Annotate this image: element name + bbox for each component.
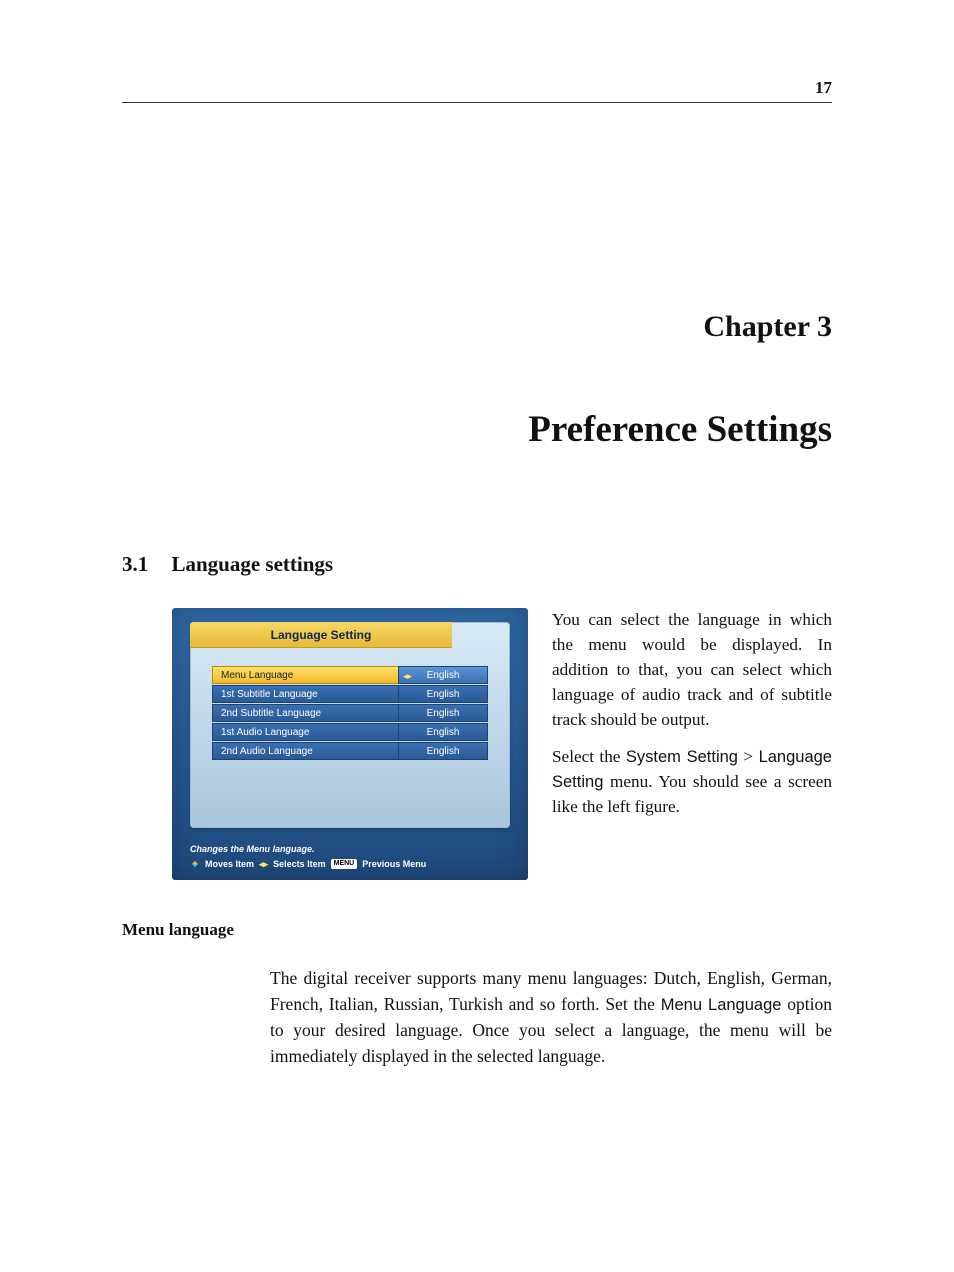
row-value-text: English — [427, 670, 460, 681]
list-item[interactable]: 1st Subtitle Language English — [212, 685, 488, 703]
chapter-label: Chapter 3 — [703, 310, 832, 344]
list-item[interactable]: 1st Audio Language English — [212, 723, 488, 741]
figure: Language Setting Menu Language ◂▸ Englis… — [172, 608, 528, 880]
row-label: 2nd Audio Language — [212, 742, 398, 760]
row-value-text: English — [427, 689, 460, 700]
menu-badge: MENU — [331, 859, 358, 869]
tv-panel: Language Setting Menu Language ◂▸ Englis… — [190, 622, 510, 828]
hint-controls: Moves Item ◂▸ Selects Item MENU Previous… — [190, 858, 510, 870]
row-value[interactable]: English — [398, 685, 488, 703]
tv-screenshot: Language Setting Menu Language ◂▸ Englis… — [172, 608, 528, 880]
chapter-title: Preference Settings — [528, 408, 832, 451]
list-item[interactable]: 2nd Subtitle Language English — [212, 704, 488, 722]
row-label: 2nd Subtitle Language — [212, 704, 398, 722]
hint-prev: Previous Menu — [362, 858, 426, 870]
row-value-text: English — [427, 708, 460, 719]
section-number: 3.1 — [122, 552, 148, 576]
row-label: 1st Audio Language — [212, 723, 398, 741]
list-item[interactable]: 2nd Audio Language English — [212, 742, 488, 760]
page-number: 17 — [815, 78, 832, 98]
up-down-icon — [190, 859, 200, 869]
ui-term: System Setting — [626, 748, 738, 766]
paragraph: Select the System Setting > Lan­guage Se… — [552, 745, 832, 820]
ui-term: Menu Language — [661, 996, 782, 1014]
text-run: > — [738, 747, 759, 766]
section-title: Language settings — [172, 552, 334, 576]
row-value[interactable]: English — [398, 704, 488, 722]
tv-list: Menu Language ◂▸ English 1st Subtitle La… — [212, 666, 488, 761]
row-value[interactable]: English — [398, 723, 488, 741]
row-label: Menu Language — [212, 666, 398, 684]
tv-hint-bar: Changes the Menu language. Moves Item ◂▸… — [190, 843, 510, 870]
two-column-block: Language Setting Menu Language ◂▸ Englis… — [172, 608, 832, 880]
hint-description: Changes the Menu language. — [190, 843, 510, 855]
section-heading: 3.1 Language settings — [122, 552, 333, 577]
left-right-icon: ◂▸ — [403, 667, 412, 685]
tv-panel-title: Language Setting — [190, 622, 452, 648]
row-value[interactable]: English — [398, 742, 488, 760]
left-right-icon: ◂▸ — [259, 858, 268, 870]
subheading: Menu language — [122, 920, 234, 940]
list-item[interactable]: Menu Language ◂▸ English — [212, 666, 488, 684]
page: 17 Chapter 3 Preference Settings 3.1 Lan… — [0, 0, 954, 1272]
body-paragraph: The digital receiver supports many menu … — [270, 966, 832, 1070]
text-run: Select the — [552, 747, 626, 766]
row-value-text: English — [427, 727, 460, 738]
header-rule — [122, 102, 832, 103]
row-label: 1st Subtitle Language — [212, 685, 398, 703]
hint-moves: Moves Item — [205, 858, 254, 870]
row-value-text: English — [427, 746, 460, 757]
hint-selects: Selects Item — [273, 858, 326, 870]
paragraph: You can select the language in which the… — [552, 608, 832, 733]
row-value[interactable]: ◂▸ English — [398, 666, 488, 684]
intro-paragraphs: You can select the language in which the… — [552, 608, 832, 832]
